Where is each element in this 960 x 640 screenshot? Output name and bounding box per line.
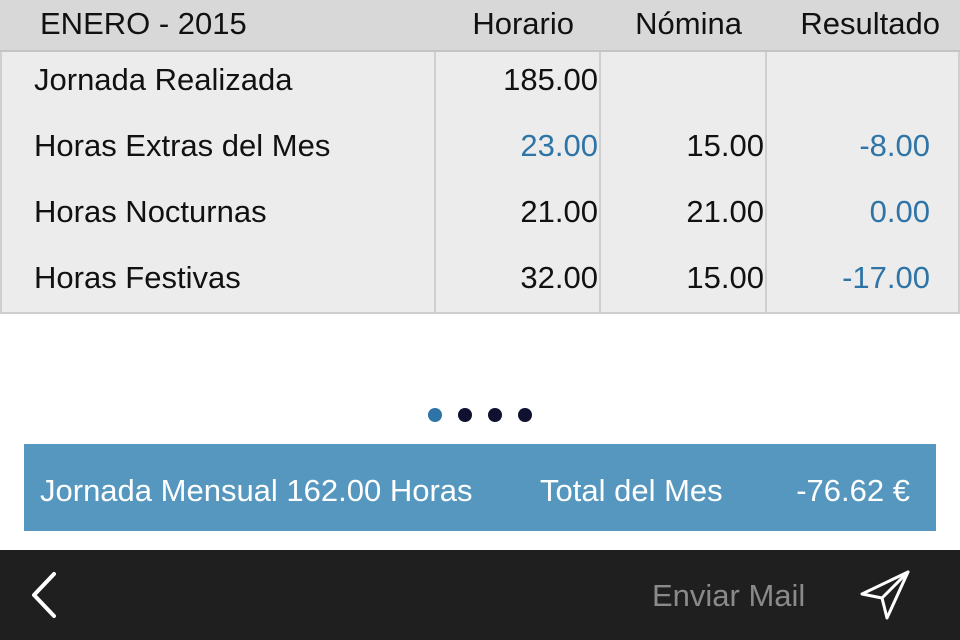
bottom-toolbar: Enviar Mail [0,550,960,640]
table-row: Horas Extras del Mes 23.00 15.00 -8.00 [2,118,960,184]
nomina-value: 15.00 [686,128,764,163]
month-title: ENERO - 2015 [40,6,247,41]
horario-value: 32.00 [520,260,598,295]
column-header-nomina: Nómina [635,6,742,41]
row-label: Horas Festivas [34,260,241,295]
paper-plane-icon [860,570,910,620]
month-total-label: Total del Mes [540,473,723,508]
resultado-value: -17.00 [842,260,930,295]
monthly-hours-text: Jornada Mensual 162.00 Horas [40,473,473,508]
send-mail-button[interactable]: Enviar Mail [652,578,805,614]
chevron-left-icon [32,572,56,618]
column-header-resultado: Resultado [800,6,940,41]
horario-value: 21.00 [520,194,598,229]
month-total-value: -76.62 € [796,473,910,508]
page-dot[interactable] [518,408,532,422]
page-dot-active[interactable] [428,408,442,422]
page-dot[interactable] [458,408,472,422]
hours-table: Jornada Realizada 185.00 Horas Extras de… [0,52,960,314]
column-header-horario: Horario [472,6,574,41]
horario-value: 23.00 [520,128,598,163]
resultado-value: -8.00 [859,128,930,163]
resultado-value: 0.00 [869,194,930,229]
row-label: Jornada Realizada [34,62,293,97]
nomina-value: 15.00 [686,260,764,295]
row-label: Horas Extras del Mes [34,128,331,163]
row-label: Horas Nocturnas [34,194,267,229]
monthly-summary-bar: Jornada Mensual 162.00 Horas Total del M… [24,444,936,531]
table-header: ENERO - 2015 Horario Nómina Resultado [0,0,960,52]
back-button[interactable] [22,568,72,622]
page-dot[interactable] [488,408,502,422]
nomina-value: 21.00 [686,194,764,229]
page-indicator [0,408,960,424]
horario-value: 185.00 [503,62,598,97]
table-row: Horas Nocturnas 21.00 21.00 0.00 [2,184,960,250]
send-button[interactable] [856,568,914,622]
table-row: Horas Festivas 32.00 15.00 -17.00 [2,250,960,316]
table-row: Jornada Realizada 185.00 [2,52,960,118]
